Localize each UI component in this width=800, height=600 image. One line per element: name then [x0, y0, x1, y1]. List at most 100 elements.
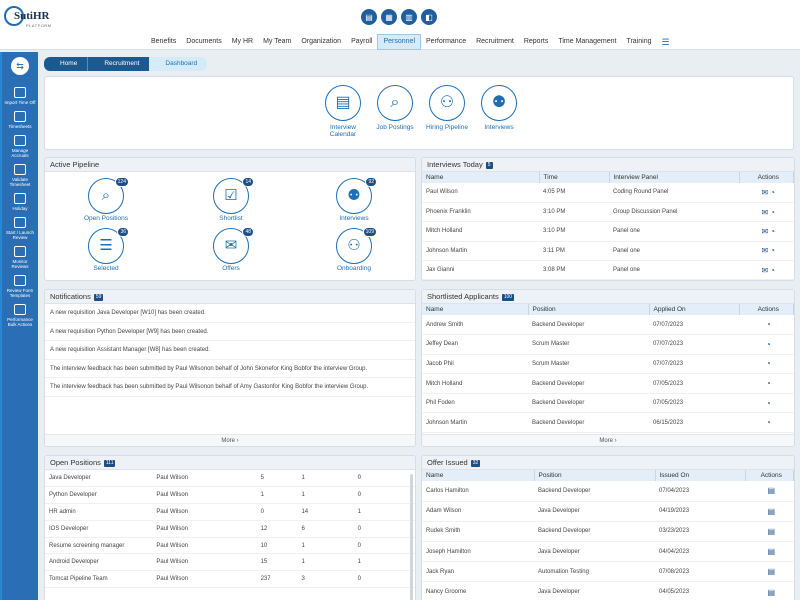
- sidebar-toggle-icon[interactable]: ⇆: [11, 57, 29, 75]
- column-header-applied-on[interactable]: Applied On: [649, 304, 740, 315]
- pipeline-open-positions[interactable]: ⌕ 124 Open Positions: [66, 177, 146, 222]
- notification-item[interactable]: A new requisition Python Developer [W9] …: [45, 323, 415, 341]
- reschedule-icon[interactable]: ◔: [770, 266, 775, 275]
- table-row[interactable]: Adam Wilson Java Developer 04/19/2023 ▤: [422, 501, 794, 522]
- breadcrumb-dashboard[interactable]: Dashboard: [149, 57, 208, 71]
- table-row[interactable]: Johnson Martin Backend Developer 06/15/202…: [422, 412, 794, 434]
- quick-link-hiring-pipeline[interactable]: ⚇ Hiring Pipeline: [422, 85, 472, 131]
- sidebar-item-timesheets[interactable]: Timesheets: [2, 111, 38, 129]
- table-row[interactable]: Phoenix Franklin 3:10 PM Group Discussion …: [422, 202, 794, 223]
- sidebar-item-validate-timesheet[interactable]: Validate Timesheet: [2, 164, 38, 187]
- reschedule-icon[interactable]: ◔: [770, 188, 775, 197]
- column-header-name[interactable]: Name: [422, 304, 529, 315]
- sidebar-item-performance-bulk-actions[interactable]: Performance Bulk Actions: [2, 304, 38, 327]
- history-icon[interactable]: ◔: [766, 359, 771, 368]
- pipeline-offers[interactable]: ✉ 48 Offers: [191, 227, 271, 272]
- offer-document-icon[interactable]: ▤: [767, 527, 775, 536]
- pipeline-selected[interactable]: ☰ 36 Selected: [66, 227, 146, 272]
- sidebar-item-import-time-off[interactable]: Import Time Off: [2, 87, 38, 105]
- offer-document-icon[interactable]: ▤: [767, 567, 775, 576]
- offer-document-icon[interactable]: ▤: [767, 507, 775, 516]
- column-header-name[interactable]: Name: [422, 172, 540, 183]
- history-icon[interactable]: ◔: [766, 340, 771, 349]
- breadcrumb-recruitment[interactable]: Recruitment: [87, 57, 150, 71]
- table-row[interactable]: Jeffey Dean Scrum Master 07/07/2023 ◔: [422, 334, 794, 355]
- sidebar-item-start-launch-review[interactable]: Start / Launch Review: [2, 217, 38, 240]
- table-row[interactable]: Android Developer Paul Wilson 15 1 1: [45, 553, 415, 572]
- table-row[interactable]: Resume screening manager Paul Wilson 10 1 0: [45, 537, 415, 555]
- table-row[interactable]: Mitch Holland 3:10 PM Panel one ✉ ◔: [422, 221, 794, 242]
- table-row[interactable]: IOS Developer Paul Wilson 12 6 0: [45, 520, 415, 538]
- chart-icon[interactable]: ◧: [421, 9, 437, 25]
- table-row[interactable]: Phil Foden Backend Developer 07/05/2023 ◔: [422, 393, 794, 414]
- column-header-issued-on[interactable]: Issued On: [655, 470, 746, 481]
- menu-item-training[interactable]: Training: [621, 34, 656, 50]
- quick-link-job-postings[interactable]: ⌕ Job Postings: [370, 85, 420, 131]
- reschedule-icon[interactable]: ◔: [770, 227, 775, 236]
- sidebar-item-manage-accruals[interactable]: Manage Accruals: [2, 135, 38, 158]
- table-row[interactable]: Johnson Martin 3:11 PM Panel one ✉ ◔: [422, 241, 794, 262]
- sidebar-item-review-form-templates[interactable]: Review Form Templates: [2, 275, 38, 298]
- pipeline-onboarding[interactable]: ⚇ 109 Onboarding: [314, 227, 394, 272]
- history-icon[interactable]: ◔: [766, 418, 771, 427]
- sidebar-item-monitor-reviews[interactable]: Monitor Reviews: [2, 246, 38, 269]
- notification-item[interactable]: The interview feedback has been submitte…: [45, 378, 415, 397]
- sidebar-item-holiday[interactable]: Holiday: [2, 193, 38, 211]
- notification-item[interactable]: The interview feedback has been submitte…: [45, 360, 415, 378]
- reschedule-icon[interactable]: ◔: [770, 246, 775, 255]
- menu-item-organization[interactable]: Organization: [296, 34, 346, 50]
- history-icon[interactable]: ◔: [766, 320, 771, 329]
- menu-item-personnel[interactable]: Personnel: [377, 34, 422, 50]
- table-row[interactable]: Jack Ryan Automation Testing 07/08/2023 ▤: [422, 561, 794, 583]
- email-icon[interactable]: ✉: [761, 227, 768, 236]
- table-row[interactable]: HR admin Paul Wilson 0 14 1: [45, 503, 415, 521]
- table-row[interactable]: Python Developer Paul Wilson 1 1 0: [45, 486, 415, 505]
- menu-item-documents[interactable]: Documents: [181, 34, 226, 50]
- email-icon[interactable]: ✉: [761, 208, 768, 217]
- menu-item-payroll[interactable]: Payroll: [346, 34, 377, 50]
- email-icon[interactable]: ✉: [761, 266, 768, 275]
- column-header-position[interactable]: Position: [528, 304, 650, 315]
- pipeline-shortlist[interactable]: ☑ 14 Shortlist: [191, 177, 271, 222]
- menu-item-my-team[interactable]: My Team: [258, 34, 296, 50]
- table-row[interactable]: Tomcat Pipeline Team Paul Wilson 237 3 0: [45, 570, 415, 589]
- table-row[interactable]: Rudek Smith Backend Developer 03/23/2023 ▤: [422, 521, 794, 543]
- sutihr-logo[interactable]: SutiHR PLATFORM: [4, 6, 52, 32]
- menu-item-benefits[interactable]: Benefits: [146, 34, 181, 50]
- column-header-time[interactable]: Time: [539, 172, 610, 183]
- doc-icon[interactable]: ▤: [361, 9, 377, 25]
- table-row[interactable]: Andrew Smith Backend Developer 07/07/2023 ◔: [422, 315, 794, 336]
- menu-more-icon[interactable]: ☰: [656, 34, 674, 50]
- menu-item-performance[interactable]: Performance: [421, 34, 471, 50]
- reschedule-icon[interactable]: ◔: [770, 208, 775, 217]
- pipeline-interviews[interactable]: ⚉ 92 Interviews: [314, 177, 394, 222]
- table-row[interactable]: Carlos Hamilton Backend Developer 07/04/20…: [422, 481, 794, 502]
- calendar-icon[interactable]: ▦: [381, 9, 397, 25]
- report-icon[interactable]: ▥: [401, 9, 417, 25]
- table-row[interactable]: Mitch Holland Backend Developer 07/05/2023…: [422, 373, 794, 394]
- menu-item-reports[interactable]: Reports: [519, 34, 554, 50]
- open-positions-scrollbar[interactable]: [410, 474, 413, 600]
- offer-document-icon[interactable]: ▤: [767, 486, 775, 495]
- shortlisted-more-link[interactable]: More ›: [422, 434, 794, 446]
- offer-document-icon[interactable]: ▤: [767, 588, 775, 597]
- notification-item[interactable]: A new requisition Assistant Manager [W8]…: [45, 341, 415, 360]
- table-row[interactable]: Joseph Hamilton Java Developer 04/04/2023 ▤: [422, 541, 794, 563]
- menu-item-my-hr[interactable]: My HR: [227, 34, 258, 50]
- quick-link-interview-calendar[interactable]: ▤ Interview Calendar: [318, 85, 368, 138]
- table-row[interactable]: Paul Wilson 4:05 PM Coding Round Panel ✉ ◔: [422, 183, 794, 203]
- column-header-position[interactable]: Position: [534, 470, 656, 481]
- notification-item[interactable]: A new requisition Java Developer [W10] h…: [45, 304, 415, 323]
- column-header-name[interactable]: Name: [422, 470, 535, 481]
- email-icon[interactable]: ✉: [761, 188, 768, 197]
- breadcrumb-home[interactable]: Home: [44, 57, 88, 71]
- history-icon[interactable]: ◔: [766, 399, 771, 408]
- column-header-panel[interactable]: Interview Panel: [609, 172, 740, 183]
- offer-document-icon[interactable]: ▤: [767, 547, 775, 556]
- history-icon[interactable]: ◔: [766, 379, 771, 388]
- email-icon[interactable]: ✉: [761, 246, 768, 255]
- table-row[interactable]: Jacob Phil Scrum Master 07/07/2023 ◔: [422, 354, 794, 375]
- table-row[interactable]: Nancy Groome Java Developer 04/05/2023 ▤: [422, 581, 794, 600]
- quick-link-interviews[interactable]: ⚉ Interviews: [474, 85, 524, 131]
- menu-item-time-management[interactable]: Time Management: [553, 34, 621, 50]
